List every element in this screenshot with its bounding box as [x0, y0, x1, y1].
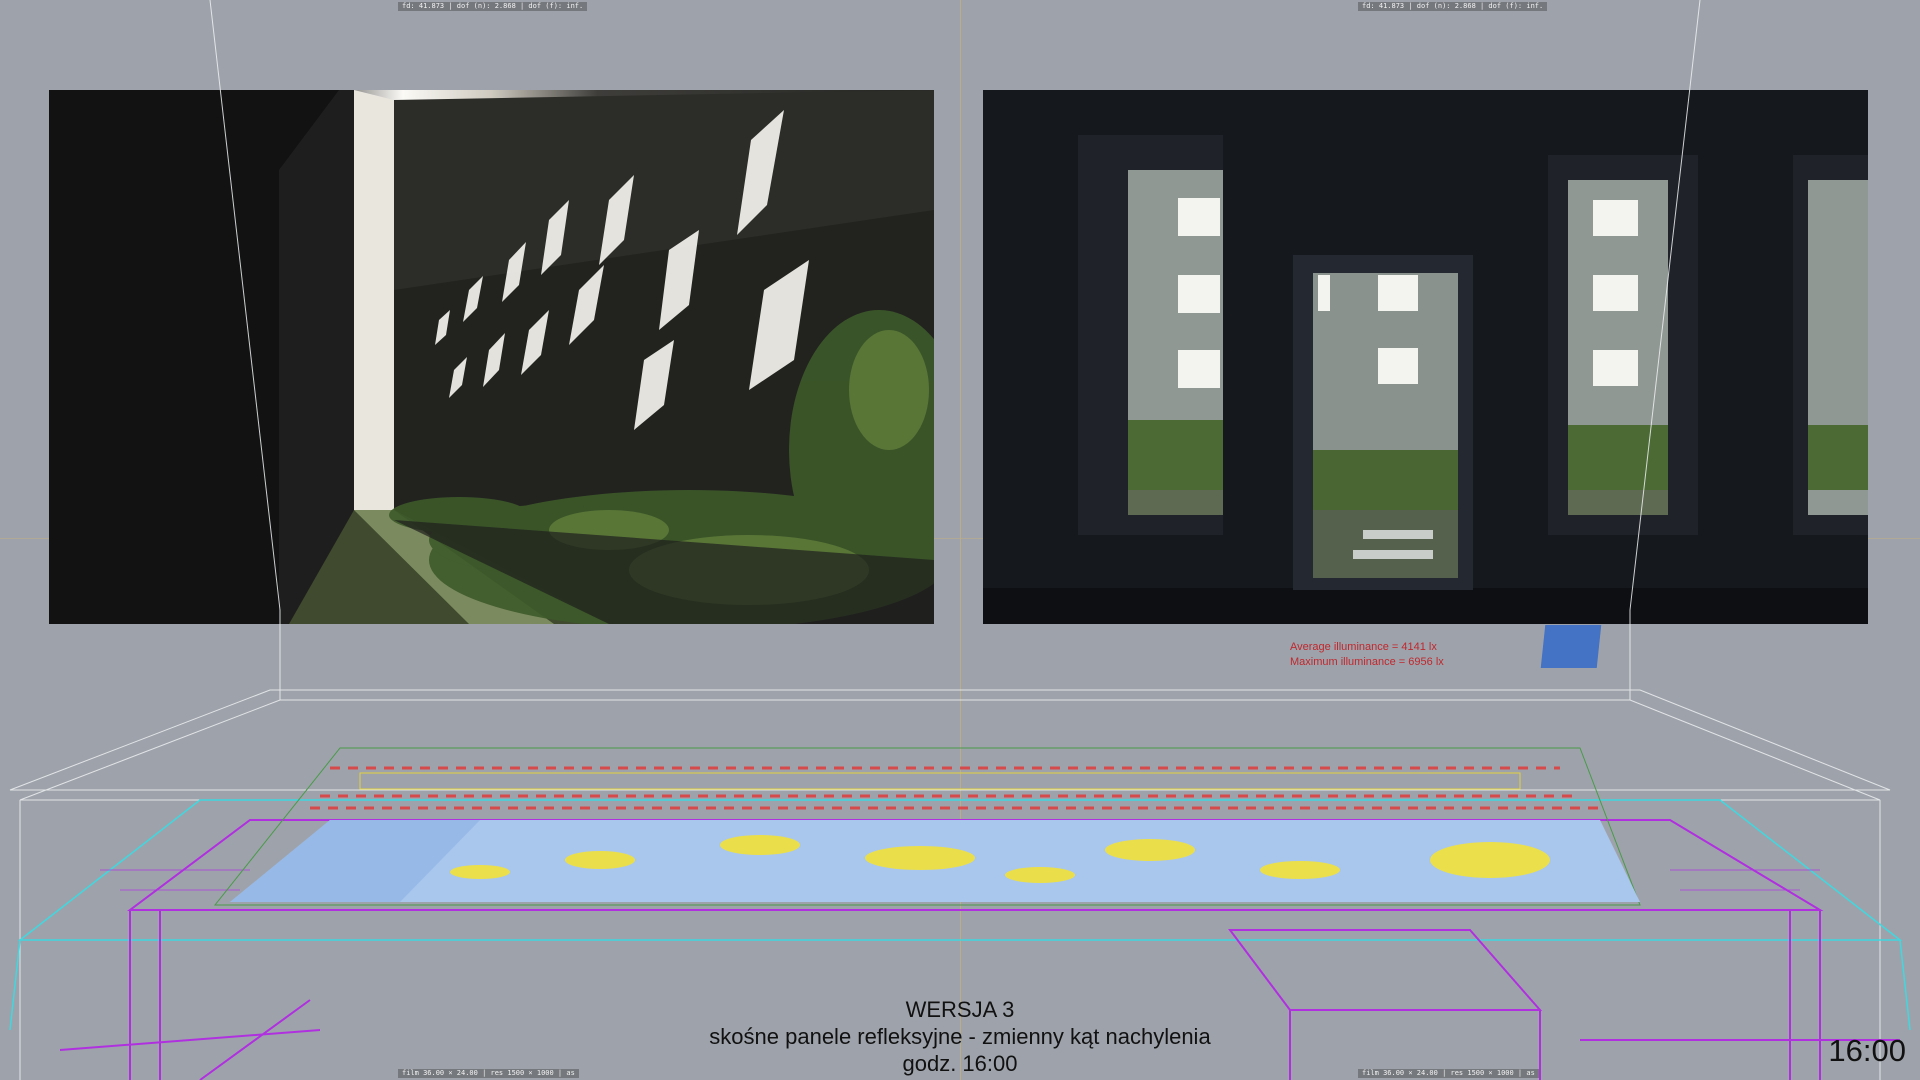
caption-title: WERSJA 3: [905, 997, 1015, 1022]
wireframe-model: [9, 0, 1911, 1080]
caption-time: godz. 16:00: [902, 1051, 1018, 1076]
illuminance-grid-icon: [230, 820, 1640, 902]
caption-subtitle: skośne panele refleksyjne - zmienny kąt …: [709, 1024, 1211, 1049]
clock-label: 16:00: [1828, 1033, 1906, 1068]
